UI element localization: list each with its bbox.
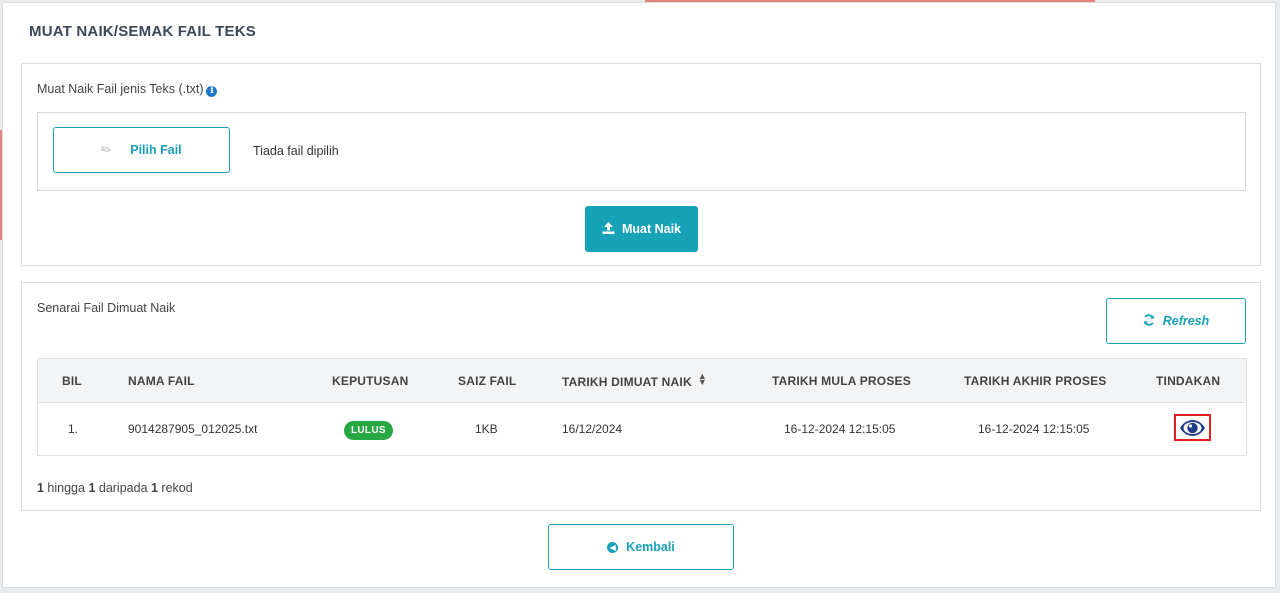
col-tarikh-akhir-proses: TARIKH AKHIR PROSES (964, 373, 1107, 388)
record-from: 1 (37, 481, 44, 495)
cell-bil: 1. (68, 422, 79, 436)
back-button[interactable]: ◀ Kembali (548, 524, 734, 570)
refresh-icon (1143, 313, 1155, 329)
col-keputusan: KEPUTUSAN (332, 373, 409, 388)
col-tarikh-dimuat-naik-wrap[interactable]: TARIKH DIMUAT NAIK ▲ ▼ (562, 371, 707, 389)
eye-icon (1180, 419, 1205, 436)
table-header: BIL NAMA FAIL KEPUTUSAN SAIZ FAIL TARIKH… (38, 359, 1246, 403)
choose-file-button[interactable]: ✎ Pilih Fail (53, 127, 230, 173)
upload-label: Muat Naik Fail jenis Teks (.txt) (37, 82, 204, 96)
main-panel: MUAT NAIK/SEMAK FAIL TEKS Muat Naik Fail… (2, 2, 1276, 588)
info-icon[interactable]: i (206, 86, 218, 97)
upload-card: Muat Naik Fail jenis Teks (.txt) i ✎ Pili… (21, 63, 1261, 266)
record-info: 1 hingga 1 daripada 1 rekod (37, 481, 193, 495)
sort-icon[interactable]: ▲ ▼ (698, 371, 707, 386)
record-text-of: daripada (95, 481, 151, 495)
file-list-card: Senarai Fail Dimuat Naik Refresh BIL NAM… (21, 282, 1261, 511)
page-title: MUAT NAIK/SEMAK FAIL TEKS (29, 23, 256, 40)
cell-tarikh-dimuat-naik: 16/12/2024 (562, 422, 623, 436)
arrow-left-circle-icon: ◀ (607, 541, 619, 553)
col-tindakan: TINDAKAN (1156, 373, 1221, 388)
col-tarikh-dimuat-naik: TARIKH DIMUAT NAIK (562, 374, 692, 389)
paperclip-icon: ✎ (98, 140, 116, 159)
list-label: Senarai Fail Dimuat Naik (37, 301, 176, 315)
record-text-rec: rekod (157, 481, 193, 495)
upload-button-label: Muat Naik (621, 222, 682, 236)
col-saiz-fail: SAIZ FAIL (458, 373, 517, 388)
back-button-label: Kembali (626, 540, 675, 554)
col-nama-fail: NAMA FAIL (128, 373, 195, 388)
col-bil: BIL (62, 373, 82, 388)
file-status: Tiada fail dipilih (253, 144, 339, 158)
cell-tarikh-akhir-proses: 16-12-2024 12:15:05 (978, 422, 1090, 436)
col-tarikh-mula-proses: TARIKH MULA PROSES (772, 373, 911, 388)
view-button[interactable] (1174, 414, 1211, 441)
refresh-label: Refresh (1162, 314, 1210, 328)
files-table: BIL NAMA FAIL KEPUTUSAN SAIZ FAIL TARIKH… (37, 358, 1247, 456)
status-badge: LULUS (344, 421, 393, 440)
choose-file-label: Pilih Fail (130, 143, 182, 157)
cell-nama-fail: 9014287905_012025.txt (128, 422, 258, 436)
record-total: 1 (151, 481, 158, 495)
cell-tarikh-mula-proses: 16-12-2024 12:15:05 (784, 422, 896, 436)
upload-button[interactable]: Muat Naik (585, 206, 698, 252)
upload-icon (602, 221, 615, 237)
table-row: 1. 9014287905_012025.txt LULUS 1KB 16/12… (38, 403, 1246, 455)
upload-label-row: Muat Naik Fail jenis Teks (.txt) i (37, 82, 218, 97)
cell-keputusan: LULUS (344, 421, 393, 440)
cell-saiz-fail: 1KB (475, 422, 498, 436)
file-picker-box: ✎ Pilih Fail Tiada fail dipilih (37, 112, 1246, 191)
refresh-button[interactable]: Refresh (1106, 298, 1246, 344)
record-text-to: hingga (43, 481, 89, 495)
